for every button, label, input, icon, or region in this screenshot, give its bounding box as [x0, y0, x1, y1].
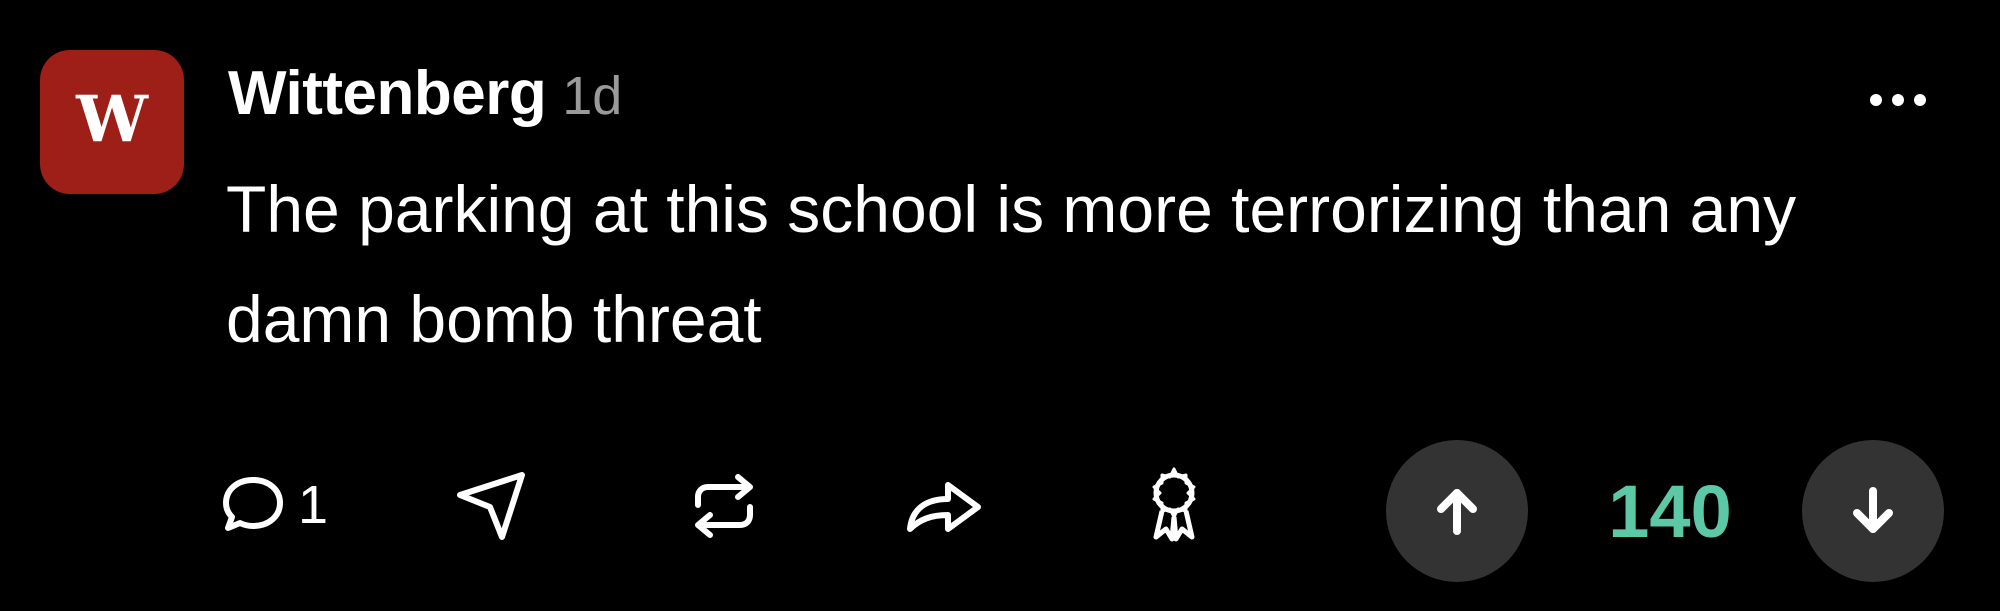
comment-button[interactable]: 1 [218, 470, 328, 540]
comment-count: 1 [298, 475, 329, 535]
post-card: W Wittenberg 1d The parking at this scho… [0, 0, 2000, 611]
award-button[interactable] [1136, 467, 1212, 542]
vote-score: 140 [1608, 470, 1732, 553]
avatar-letter: W [76, 82, 148, 157]
more-horizontal-icon [1870, 94, 1882, 106]
post-header: Wittenberg 1d [228, 58, 622, 129]
award-ribbon-icon [1152, 467, 1196, 542]
upvote-button[interactable] [1386, 440, 1528, 582]
repost-button[interactable] [684, 470, 764, 540]
more-options-button[interactable] [1858, 78, 1938, 122]
more-dot [1892, 94, 1904, 106]
action-bar: 1 140 [0, 430, 2000, 582]
avatar[interactable]: W [40, 50, 184, 194]
downvote-button[interactable] [1802, 440, 1944, 582]
send-arrow-icon [457, 472, 525, 540]
author-name[interactable]: Wittenberg [228, 58, 547, 129]
comment-bubble-icon [223, 477, 283, 531]
post-text: The parking at this school is more terro… [226, 172, 1797, 356]
share-button[interactable] [900, 470, 988, 540]
arrow-up-icon [1437, 489, 1477, 535]
post-time: 1d [562, 66, 623, 126]
repost-icon [695, 474, 753, 538]
more-dot [1914, 94, 1926, 106]
share-arrow-icon [907, 482, 981, 532]
arrow-down-icon [1853, 487, 1893, 533]
send-button[interactable] [452, 470, 532, 540]
